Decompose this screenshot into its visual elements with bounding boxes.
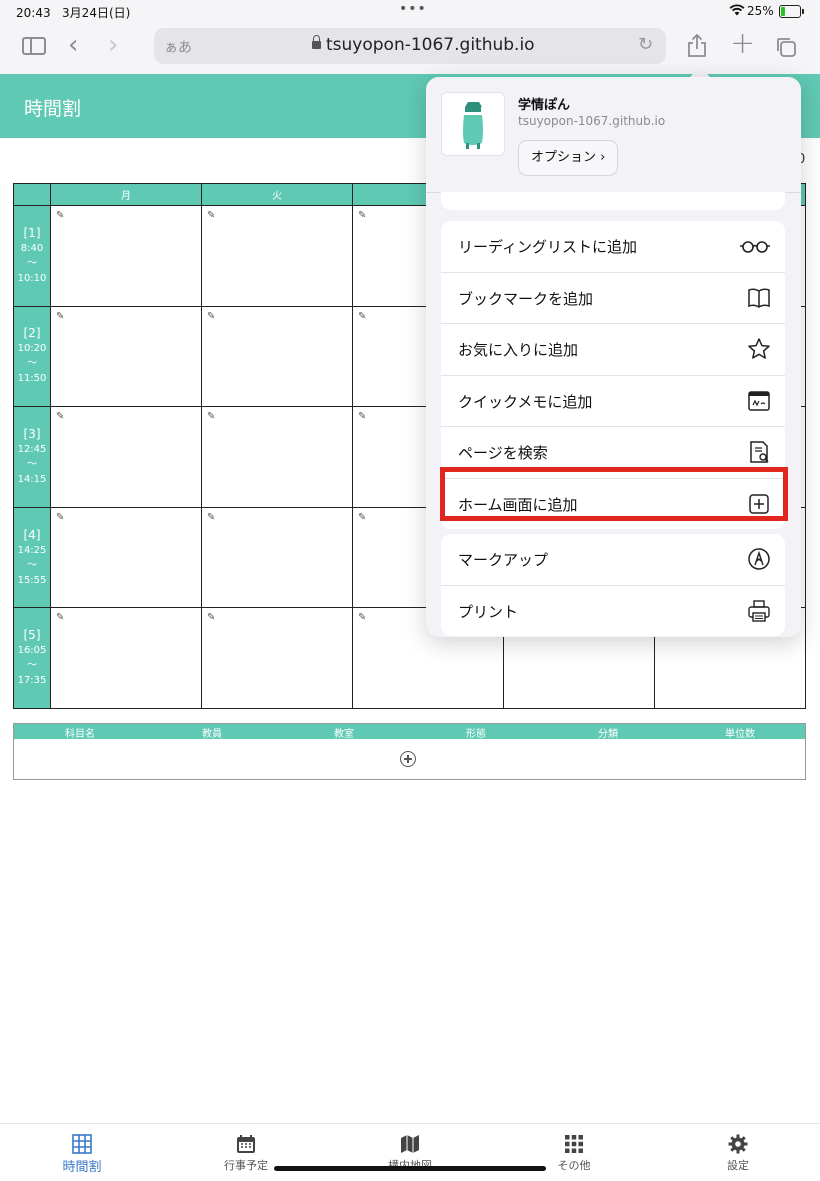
address-bar[interactable]: ぁあ tsuyopon-1067.github.io ↻	[154, 28, 666, 64]
menu-item-add-bookmark[interactable]: ブックマークを追加	[441, 273, 785, 324]
timetable-cell[interactable]: ✎	[50, 205, 202, 307]
home-indicator	[274, 1166, 546, 1171]
glasses-icon	[740, 234, 771, 258]
back-icon[interactable]: ‹	[68, 30, 78, 60]
timetable-cell[interactable]: ✎	[50, 406, 202, 508]
timetable-cell[interactable]: ✎	[50, 305, 202, 408]
page-title: 時間割	[24, 98, 82, 120]
quick-note-icon	[747, 389, 771, 413]
battery-percentage: 25%	[747, 4, 774, 18]
map-icon	[400, 1134, 420, 1154]
edit-pencil-icon[interactable]: ✎	[207, 512, 215, 523]
book-icon	[747, 286, 771, 310]
edit-pencil-icon[interactable]: ✎	[56, 411, 64, 422]
new-tab-icon[interactable]: +	[730, 26, 755, 61]
chevron-right-icon: ›	[600, 150, 606, 165]
reader-options-button[interactable]: ぁあ	[164, 37, 192, 57]
sidebar-icon[interactable]	[22, 37, 46, 55]
timetable-cell[interactable]: ✎	[50, 506, 202, 609]
corner-cell	[13, 182, 51, 207]
status-time: 20:43 3月24日(日)	[16, 6, 131, 20]
options-button[interactable]: オプション ›	[518, 140, 619, 176]
period-label: [2] 10:20 〜 11:50	[13, 305, 51, 408]
edit-pencil-icon[interactable]: ✎	[358, 210, 366, 221]
edit-pencil-icon[interactable]: ✎	[207, 210, 215, 221]
share-icon[interactable]	[686, 33, 708, 58]
tab-campus-map[interactable]: 構内地図	[328, 1124, 492, 1181]
edit-pencil-icon[interactable]: ✎	[358, 512, 366, 523]
find-in-page-icon	[747, 440, 771, 464]
printer-icon	[747, 599, 771, 623]
tab-events[interactable]: 行事予定	[164, 1124, 328, 1181]
day-header-mon: 月	[50, 182, 202, 207]
timetable-cell[interactable]: ✎	[201, 305, 353, 408]
app-url: tsuyopon-1067.github.io	[518, 114, 666, 128]
grid-icon	[72, 1134, 92, 1154]
menu-item-print[interactable]: プリント	[441, 586, 785, 637]
edit-pencil-icon[interactable]: ✎	[56, 512, 64, 523]
edit-pencil-icon[interactable]: ✎	[56, 210, 64, 221]
timetable-cell[interactable]: ✎	[50, 607, 202, 709]
timetable-cell[interactable]: ✎	[201, 205, 353, 307]
star-icon	[747, 337, 771, 361]
period-label: [1] 8:40 〜 10:10	[13, 205, 51, 307]
column-header: 教員	[202, 729, 222, 740]
share-actions-group-2: マークアップ プリント	[441, 534, 785, 636]
app-icon	[441, 92, 505, 156]
subject-list: 科目名 教員 教室 形態 分類 単位数	[13, 723, 806, 780]
tab-other[interactable]: その他	[492, 1124, 656, 1181]
column-header: 科目名	[65, 729, 95, 740]
edit-pencil-icon[interactable]: ✎	[358, 411, 366, 422]
edit-pencil-icon[interactable]: ✎	[56, 311, 64, 322]
reload-icon[interactable]: ↻	[638, 34, 653, 55]
menu-item-reading-list[interactable]: リーディングリストに追加	[441, 221, 785, 273]
period-label: [3] 12:45 〜 14:15	[13, 406, 51, 508]
menu-item-add-quick-note[interactable]: クイックメモに追加	[441, 376, 785, 427]
highlight-annotation	[440, 467, 788, 521]
battery-icon	[779, 5, 804, 18]
add-subject-icon[interactable]	[400, 751, 416, 767]
calendar-icon	[236, 1134, 256, 1154]
column-header: 単位数	[725, 729, 755, 740]
wifi-icon	[729, 4, 745, 19]
tab-settings[interactable]: 設定	[656, 1124, 820, 1181]
subject-list-header: 科目名 教員 教室 形態 分類 単位数	[14, 724, 805, 740]
column-header: 形態	[466, 729, 486, 740]
dots-grid-icon	[564, 1134, 584, 1154]
status-bar: 20:43 3月24日(日) ••• 25%	[0, 0, 820, 24]
column-header: 分類	[598, 729, 618, 740]
partially-hidden-row	[441, 192, 785, 210]
timetable-cell[interactable]: ✎	[201, 607, 353, 709]
edit-pencil-icon[interactable]: ✎	[207, 411, 215, 422]
period-label: [5] 16:05 〜 17:35	[13, 607, 51, 709]
app-name: 学情ぽん	[518, 98, 571, 113]
edit-pencil-icon[interactable]: ✎	[358, 311, 366, 322]
menu-item-markup[interactable]: マークアップ	[441, 534, 785, 586]
period-label: [4] 14:25 〜 15:55	[13, 506, 51, 609]
markup-icon	[747, 547, 771, 571]
edit-pencil-icon[interactable]: ✎	[358, 612, 366, 623]
timetable-cell[interactable]: ✎	[201, 506, 353, 609]
timetable-cell[interactable]: ✎	[201, 406, 353, 508]
column-header: 教室	[334, 729, 354, 740]
share-sheet: 学情ぽん tsuyopon-1067.github.io オプション › リーデ…	[426, 77, 801, 637]
lock-icon	[312, 35, 321, 49]
edit-pencil-icon[interactable]: ✎	[207, 311, 215, 322]
url-text: tsuyopon-1067.github.io	[326, 35, 535, 55]
forward-icon[interactable]: ›	[108, 30, 118, 60]
share-sheet-header: 学情ぽん tsuyopon-1067.github.io オプション ›	[426, 77, 801, 193]
gear-icon	[728, 1134, 748, 1154]
multitasking-dots-icon[interactable]: •••	[399, 1, 427, 17]
menu-item-add-favorite[interactable]: お気に入りに追加	[441, 324, 785, 376]
edit-pencil-icon[interactable]: ✎	[56, 612, 64, 623]
tab-timetable[interactable]: 時間割	[0, 1124, 164, 1181]
tab-overview-icon[interactable]	[775, 36, 797, 58]
edit-pencil-icon[interactable]: ✎	[207, 612, 215, 623]
day-header-tue: 火	[201, 182, 353, 207]
bottom-tab-bar: 時間割 行事予定 構内地図 その他 設定	[0, 1123, 820, 1181]
